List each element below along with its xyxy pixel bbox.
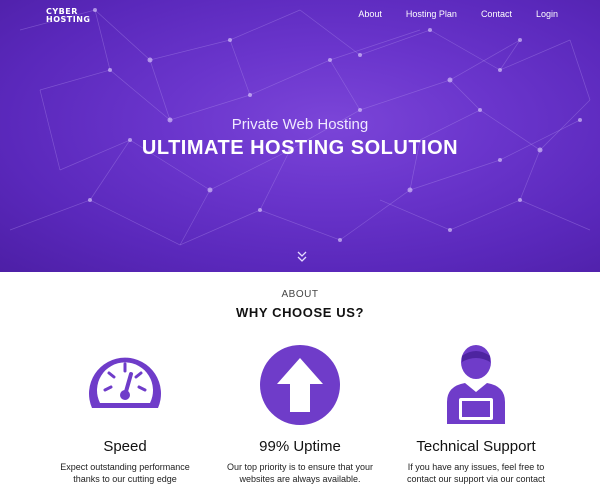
feature-speed-text-line1: Expect outstanding performance <box>60 462 190 472</box>
brand-line-2: HOSTING <box>46 15 91 24</box>
feature-support-title: Technical Support <box>416 438 536 455</box>
feature-speed-text: Expect outstanding performance thanks to… <box>35 461 215 485</box>
feature-support-text: If you have any issues, feel free to con… <box>386 461 566 485</box>
chevron-double-down-icon[interactable] <box>296 250 308 264</box>
feature-uptime-title: 99% Uptime <box>259 438 341 455</box>
support-person-icon <box>447 345 505 424</box>
nav-login[interactable]: Login <box>536 8 558 20</box>
section-eyebrow: ABOUT <box>281 289 319 300</box>
hero-subtitle: Private Web Hosting <box>231 116 369 133</box>
network-background <box>9 8 591 246</box>
up-arrow-icon <box>260 345 340 425</box>
feature-speed-title: Speed <box>103 438 147 455</box>
brand-logo[interactable]: CYBER HOSTING <box>46 8 90 24</box>
nav-hosting-plan[interactable]: Hosting Plan <box>406 8 457 20</box>
feature-uptime-text-line2: websites are always available. <box>239 474 361 484</box>
feature-uptime-text: Our top priority is to ensure that your … <box>210 461 390 485</box>
nav-contact[interactable]: Contact <box>481 8 512 20</box>
hero-title: ULTIMATE HOSTING SOLUTION <box>141 137 459 159</box>
feature-speed-text-line2: thanks to our cutting edge <box>73 474 177 484</box>
feature-support-text-line2: contact our support via our contact <box>406 474 546 484</box>
nav-about[interactable]: About <box>358 8 382 20</box>
feature-uptime: 99% Uptime Our top priority is to ensure… <box>210 340 390 485</box>
main-nav: About Hosting Plan Contact Login <box>334 8 558 20</box>
feature-speed: Speed Expect outstanding performance tha… <box>35 340 215 485</box>
feature-support: Technical Support If you have any issues… <box>386 340 566 485</box>
section-title: WHY CHOOSE US? <box>235 305 365 320</box>
hero-banner: CYBER HOSTING About Hosting Plan Contact… <box>0 0 600 272</box>
speedometer-icon <box>89 357 161 408</box>
feature-uptime-text-line1: Our top priority is to ensure that your <box>226 462 374 472</box>
feature-support-text-line1: If you have any issues, feel free to <box>407 462 545 472</box>
